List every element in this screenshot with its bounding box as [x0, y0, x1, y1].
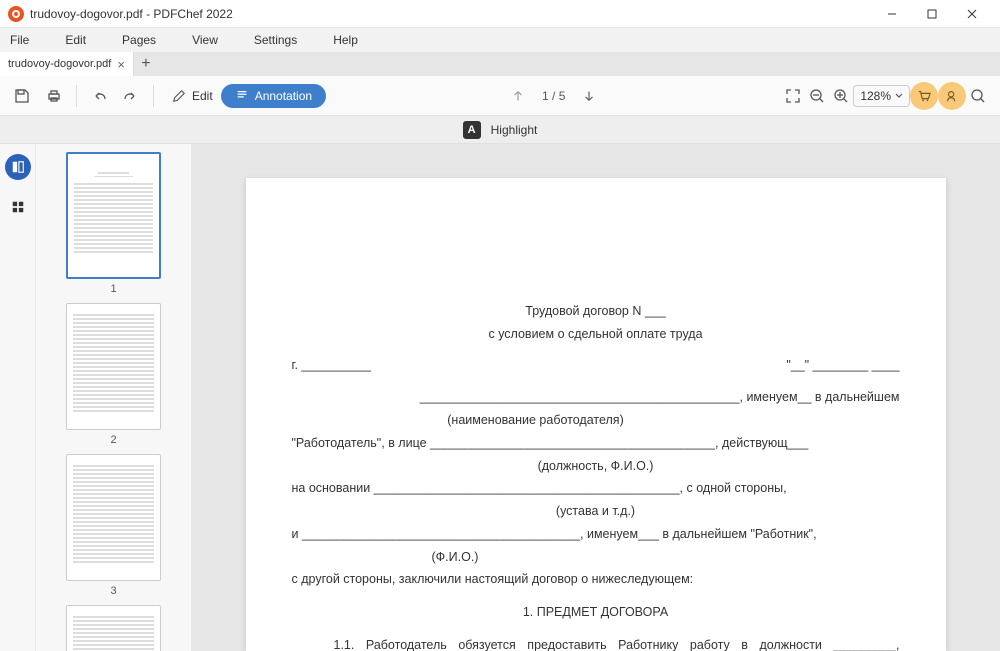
shop-search-button[interactable]	[938, 82, 966, 110]
menu-pages[interactable]: Pages	[122, 33, 156, 47]
thumbnail-3[interactable]: 3	[66, 454, 161, 597]
minimize-button[interactable]	[872, 0, 912, 28]
doc-title: Трудовой договор N ___	[292, 302, 900, 321]
doc-section: 1. ПРЕДМЕТ ДОГОВОРА	[292, 603, 900, 622]
thumbnail-4[interactable]	[66, 605, 161, 651]
page-indicator: 1 / 5	[542, 89, 565, 103]
edit-mode-button[interactable]: Edit	[164, 85, 221, 107]
window-title: trudovoy-dogovor.pdf - PDFChef 2022	[30, 7, 872, 21]
close-button[interactable]	[952, 0, 992, 28]
menu-bar: File Edit Pages View Settings Help	[0, 28, 1000, 52]
save-icon[interactable]	[10, 84, 34, 108]
doc-line: "Работодатель", в лице _________________…	[292, 434, 900, 453]
print-icon[interactable]	[42, 84, 66, 108]
sidebar-rail	[0, 144, 36, 651]
doc-line: ________________________________________…	[292, 388, 900, 407]
doc-line: и ______________________________________…	[292, 525, 900, 544]
person-search-icon	[945, 89, 959, 103]
doc-hint: (Ф.И.О.)	[292, 548, 900, 567]
document-page: Трудовой договор N ___ с условием о сдел…	[246, 178, 946, 651]
maximize-button[interactable]	[912, 0, 952, 28]
document-viewport[interactable]: Трудовой договор N ___ с условием о сдел…	[191, 144, 1000, 651]
redo-icon[interactable]	[119, 84, 143, 108]
zoom-value: 128%	[860, 89, 891, 103]
doc-city: г. __________	[292, 356, 372, 375]
search-icon[interactable]	[966, 84, 990, 108]
new-tab-button[interactable]: +	[134, 52, 158, 76]
chevron-down-icon	[895, 92, 903, 100]
highlight-icon[interactable]: A	[463, 121, 481, 139]
thumb-number: 1	[110, 283, 116, 295]
thumbnail-1[interactable]: 1	[66, 152, 161, 295]
grid-panel-button[interactable]	[5, 194, 31, 220]
doc-hint: (должность, Ф.И.О.)	[292, 457, 900, 476]
cart-icon	[917, 89, 931, 103]
edit-label: Edit	[192, 89, 213, 103]
menu-file[interactable]: File	[10, 33, 29, 47]
undo-icon[interactable]	[87, 84, 111, 108]
menu-view[interactable]: View	[192, 33, 218, 47]
doc-paragraph: 1.1. Работодатель обязуется предоставить…	[292, 636, 900, 651]
zoom-in-icon[interactable]	[829, 84, 853, 108]
fullscreen-icon[interactable]	[781, 84, 805, 108]
pencil-icon	[172, 89, 186, 103]
tab-label: trudovoy-dogovor.pdf	[8, 58, 111, 70]
thumb-number: 3	[110, 585, 116, 597]
zoom-selector[interactable]: 128%	[853, 85, 910, 107]
annotation-subbar: A Highlight	[0, 116, 1000, 144]
shop-button[interactable]	[910, 82, 938, 110]
zoom-out-icon[interactable]	[805, 84, 829, 108]
doc-line: с другой стороны, заключили настоящий до…	[292, 570, 900, 589]
tab-close-icon[interactable]: ×	[117, 57, 125, 72]
thumbnails-panel-button[interactable]	[5, 154, 31, 180]
thumbnail-2[interactable]: 2	[66, 303, 161, 446]
menu-help[interactable]: Help	[333, 33, 358, 47]
toolbar: Edit Annotation 1 / 5 128%	[0, 76, 1000, 116]
title-bar: trudovoy-dogovor.pdf - PDFChef 2022	[0, 0, 1000, 28]
doc-date: "__" ________ ____	[786, 356, 899, 375]
doc-hint: (наименование работодателя)	[292, 411, 900, 430]
doc-hint: (устава и т.д.)	[292, 502, 900, 521]
page-up-icon[interactable]	[506, 84, 530, 108]
annotation-icon	[235, 89, 249, 103]
thumb-number: 2	[110, 434, 116, 446]
doc-subtitle: с условием о сдельной оплате труда	[292, 325, 900, 344]
thumbnail-panel: 1 2 3	[36, 144, 191, 651]
document-tab[interactable]: trudovoy-dogovor.pdf ×	[0, 52, 134, 76]
doc-line: на основании ___________________________…	[292, 479, 900, 498]
annotation-label: Annotation	[255, 89, 312, 103]
menu-settings[interactable]: Settings	[254, 33, 297, 47]
highlight-label: Highlight	[491, 123, 538, 137]
page-down-icon[interactable]	[577, 84, 601, 108]
annotation-mode-button[interactable]: Annotation	[221, 84, 326, 108]
app-icon	[8, 6, 24, 22]
tab-bar: trudovoy-dogovor.pdf × +	[0, 52, 1000, 76]
menu-edit[interactable]: Edit	[65, 33, 86, 47]
